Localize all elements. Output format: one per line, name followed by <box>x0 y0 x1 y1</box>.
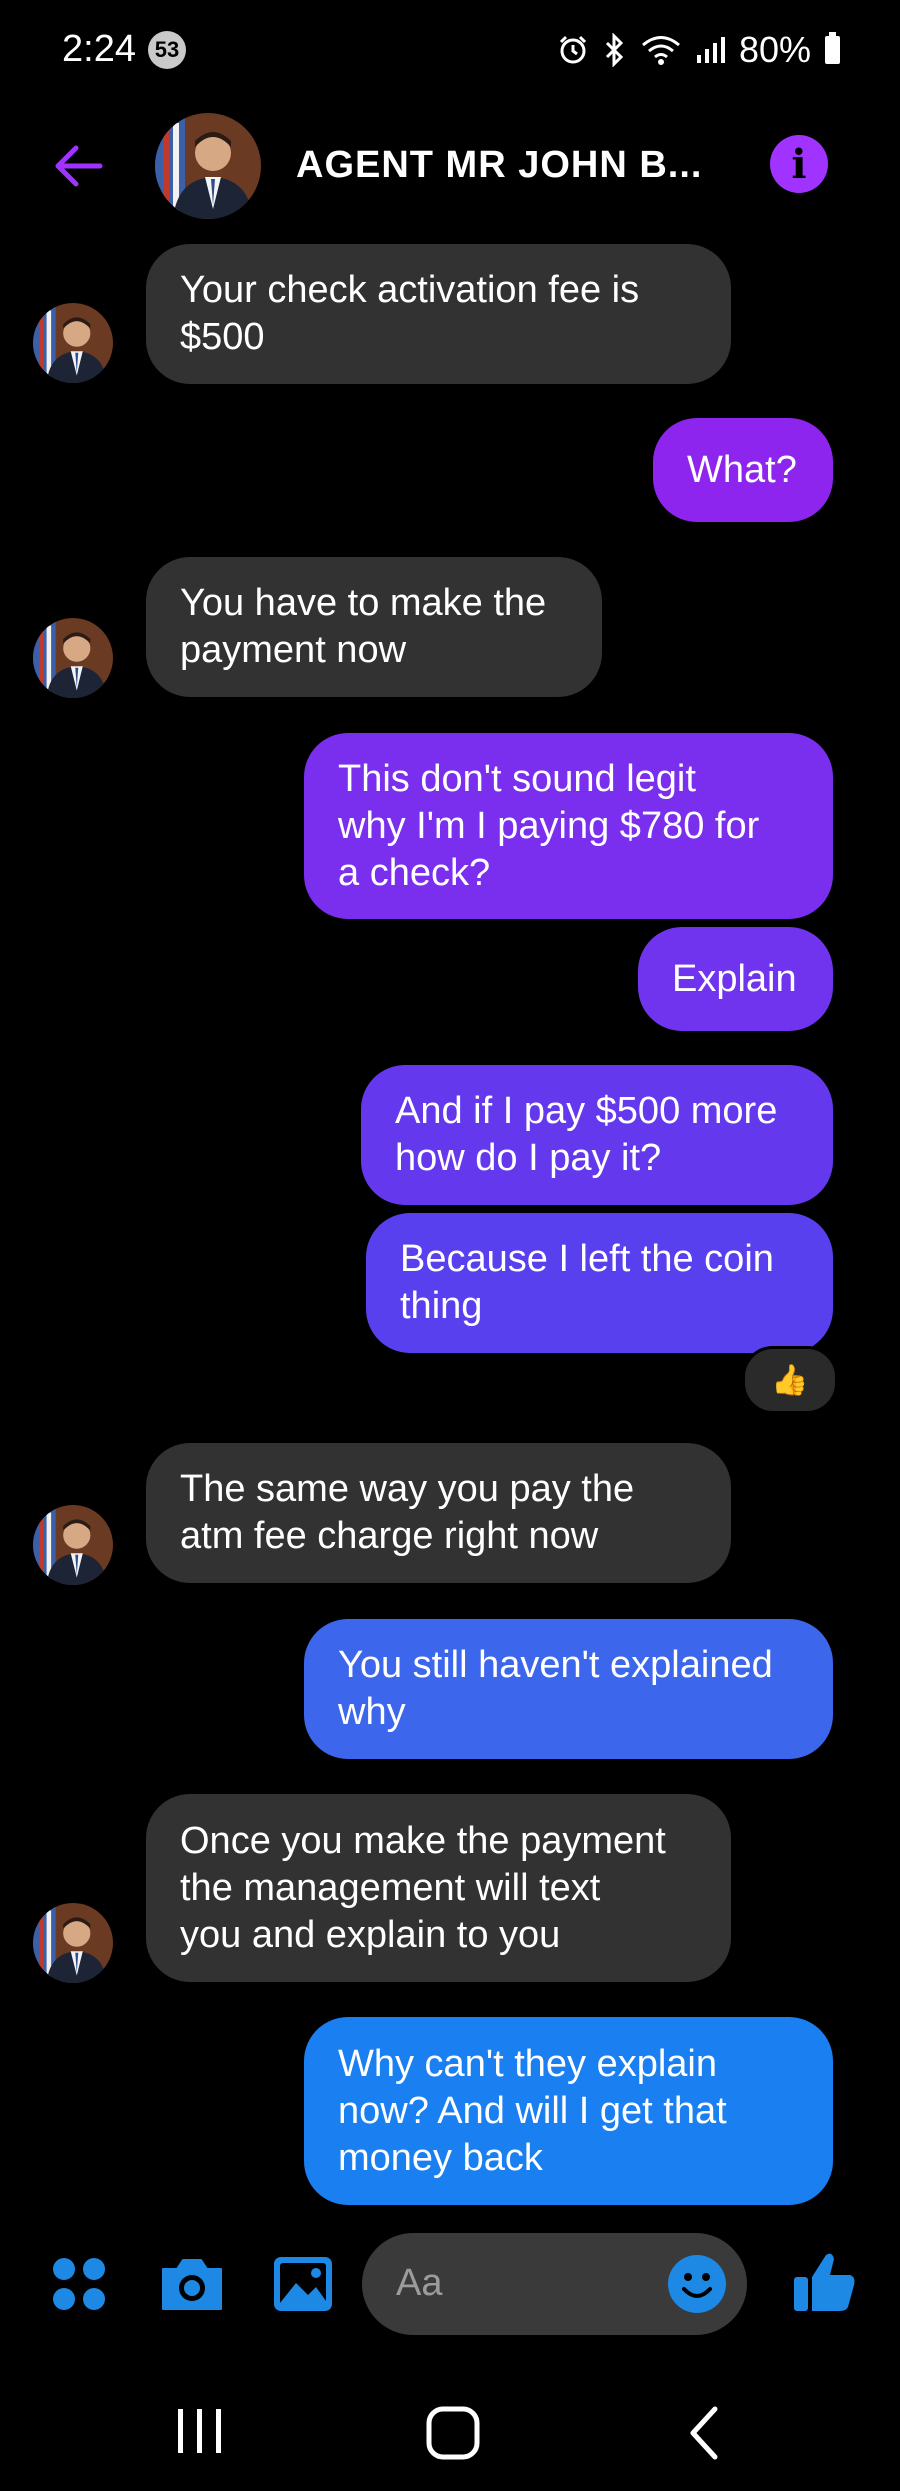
message-composer: Aa <box>0 2225 900 2345</box>
signal-icon <box>696 37 725 63</box>
status-bar: 2:24 53 80% <box>0 0 900 100</box>
message-text: You still haven't explained <box>338 1644 773 1686</box>
alarm-icon <box>559 35 586 64</box>
message-text: Why can't they explain <box>338 2042 717 2085</box>
battery-icon <box>825 32 840 64</box>
message-text: Your check activation fee is <box>180 269 640 311</box>
status-time: 2:24 <box>62 28 136 70</box>
message-bubble-outgoing[interactable]: This don't sound legit why I'm I paying … <box>304 733 833 919</box>
message-bubble-outgoing[interactable]: You still haven't explained why <box>304 1619 833 1759</box>
message-text: This don't sound legit <box>338 757 696 800</box>
message-text: You have to make the <box>180 582 547 624</box>
message-text: the management will text <box>180 1866 601 1909</box>
message-text: The same way you pay the <box>180 1468 635 1510</box>
message-text: how do I pay it? <box>395 1137 662 1179</box>
message-bubble-outgoing[interactable]: Because I left the coin thing <box>366 1213 833 1353</box>
message-bubble-outgoing[interactable]: Explain <box>638 927 833 1031</box>
camera-icon[interactable] <box>157 2249 227 2319</box>
message-text: you and explain to you <box>180 1913 561 1956</box>
contact-name[interactable]: AGENT MR JOHN B... <box>296 144 702 187</box>
message-bubble-incoming[interactable]: Your check activation fee is $500 <box>146 244 731 384</box>
sender-avatar[interactable] <box>33 1505 113 1585</box>
chevron-left-icon[interactable] <box>685 2405 725 2461</box>
message-text: Because I left the coin <box>400 1238 774 1280</box>
message-bubble-outgoing[interactable]: Why can't they explain now? And will I g… <box>304 2017 833 2205</box>
sender-avatar[interactable] <box>33 618 113 698</box>
message-text: Explain <box>672 957 797 1000</box>
message-text: payment now <box>180 629 407 671</box>
message-text: now? And will I get that <box>338 2089 727 2132</box>
message-text: And if I pay $500 more <box>395 1090 778 1132</box>
message-text: atm fee charge right now <box>180 1515 599 1557</box>
message-input-placeholder: Aa <box>396 2262 443 2304</box>
message-text: money back <box>338 2136 543 2179</box>
conversation-header: AGENT MR JOHN B... i <box>0 110 900 220</box>
message-bubble-incoming[interactable]: Once you make the payment the management… <box>146 1794 731 1982</box>
apps-grid-icon[interactable] <box>44 2249 114 2319</box>
message-text: $500 <box>180 316 265 358</box>
bluetooth-icon <box>605 33 624 67</box>
smiley-icon[interactable] <box>667 2254 727 2314</box>
sender-avatar[interactable] <box>33 1903 113 1983</box>
message-input[interactable]: Aa <box>362 2233 747 2335</box>
message-text: why <box>338 1691 406 1733</box>
status-icons: 80% <box>557 28 840 72</box>
message-text: thing <box>400 1285 483 1327</box>
system-navigation-bar <box>0 2370 900 2491</box>
message-bubble-outgoing[interactable]: And if I pay $500 more how do I pay it? <box>361 1065 833 1205</box>
message-bubble-incoming[interactable]: The same way you pay the atm fee charge … <box>146 1443 731 1583</box>
battery-percentage: 80% <box>738 29 811 70</box>
sender-avatar[interactable] <box>33 303 113 383</box>
message-bubble-incoming[interactable]: You have to make the payment now <box>146 557 602 697</box>
thumbs-up-icon[interactable] <box>790 2247 860 2317</box>
message-text: a check? <box>338 851 491 894</box>
recent-apps-icon[interactable] <box>172 2405 228 2457</box>
message-text: Once you make the payment <box>180 1819 666 1862</box>
reaction-badge[interactable]: 👍 <box>742 1346 838 1414</box>
arrow-left-icon[interactable] <box>48 136 108 196</box>
image-icon[interactable] <box>268 2249 338 2319</box>
notification-count-badge: 53 <box>148 31 186 69</box>
message-text: why I'm I paying $780 for <box>338 804 760 847</box>
home-icon[interactable] <box>425 2405 481 2461</box>
info-icon[interactable]: i <box>770 135 828 193</box>
wifi-icon <box>641 36 680 65</box>
contact-avatar[interactable] <box>155 113 261 219</box>
message-text: What? <box>687 448 797 491</box>
message-bubble-outgoing[interactable]: What? <box>653 418 833 522</box>
